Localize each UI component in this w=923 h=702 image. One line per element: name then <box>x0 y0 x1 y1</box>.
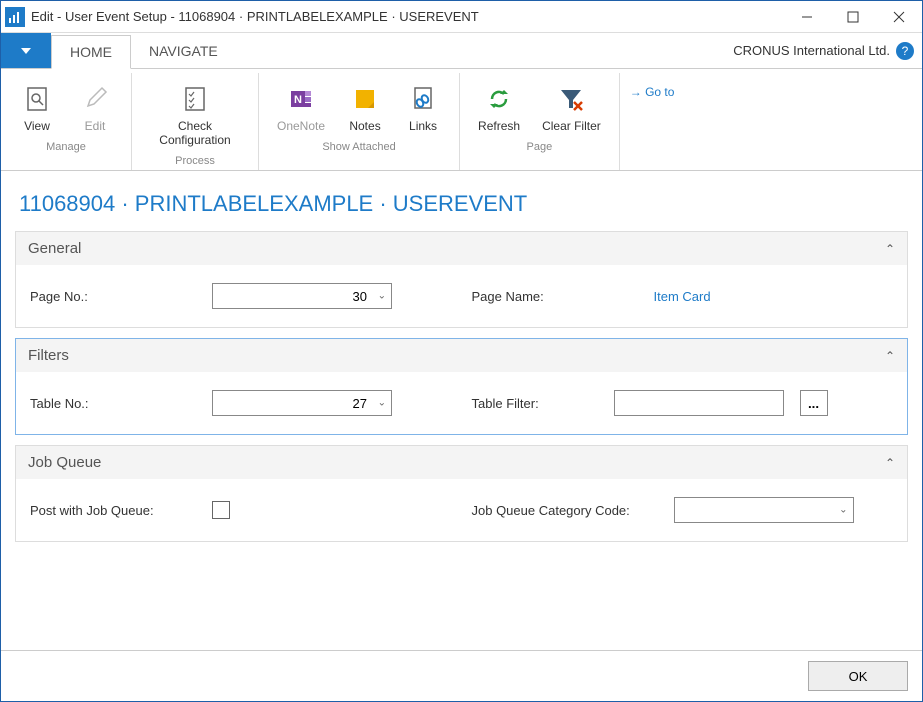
app-window: Edit - User Event Setup - 11068904 · PRI… <box>0 0 923 702</box>
post-jobqueue-checkbox[interactable] <box>212 501 230 519</box>
onenote-icon: N <box>283 81 319 117</box>
table-filter-input[interactable] <box>614 390 784 416</box>
fasttab-header-jobqueue[interactable]: Job Queue ⌃ <box>16 446 907 479</box>
links-button[interactable]: Links <box>397 77 449 137</box>
ribbon-group-process: Check Configuration Process <box>132 73 259 170</box>
page-name-label: Page Name: <box>472 289 642 304</box>
window-title: Edit - User Event Setup - 11068904 · PRI… <box>31 9 784 24</box>
ribbon-group-label: Show Attached <box>322 137 395 156</box>
fasttab-header-filters[interactable]: Filters ⌃ <box>16 339 907 372</box>
jobqueue-category-label: Job Queue Category Code: <box>472 503 662 518</box>
tab-home[interactable]: HOME <box>51 35 131 69</box>
fasttab-filters: Filters ⌃ Table No.: ⌄ Table Filter: ... <box>15 338 908 435</box>
table-no-label: Table No.: <box>30 396 200 411</box>
page-name-link[interactable]: Item Card <box>654 289 711 304</box>
company-name: CRONUS International Ltd. <box>733 43 890 58</box>
page-no-input[interactable] <box>212 283 392 309</box>
fasttab-header-general[interactable]: General ⌃ <box>16 232 907 265</box>
page-content: General ⌃ Page No.: ⌄ Page Name: Item Ca… <box>1 231 922 650</box>
footer: OK <box>1 650 922 701</box>
view-icon <box>19 81 55 117</box>
ribbon-group-attached: N OneNote Notes Links Show Atta <box>259 73 460 170</box>
notes-button[interactable]: Notes <box>339 77 391 137</box>
ribbon-group-label: Page <box>527 137 553 156</box>
page-title: 11068904 · PRINTLABELEXAMPLE · USEREVENT <box>1 171 922 231</box>
onenote-button[interactable]: N OneNote <box>269 77 333 137</box>
close-button[interactable] <box>876 1 922 33</box>
minimize-button[interactable] <box>784 1 830 33</box>
ribbon: View Edit Manage Check Configuration <box>1 69 922 171</box>
chevron-up-icon: ⌃ <box>885 349 895 363</box>
check-config-button[interactable]: Check Configuration <box>142 77 248 151</box>
ribbon-group-page: Refresh Clear Filter Page <box>460 73 620 170</box>
svg-text:N: N <box>294 94 302 106</box>
clear-filter-icon <box>553 81 589 117</box>
table-filter-assist-button[interactable]: ... <box>800 390 828 416</box>
title-bar: Edit - User Event Setup - 11068904 · PRI… <box>1 1 922 33</box>
ribbon-tabs: HOME NAVIGATE CRONUS International Ltd. … <box>1 33 922 69</box>
company-indicator: CRONUS International Ltd. ? <box>733 33 922 68</box>
app-menu-button[interactable] <box>1 33 51 68</box>
help-icon[interactable]: ? <box>896 42 914 60</box>
arrow-right-icon: → <box>630 85 645 99</box>
fasttab-jobqueue: Job Queue ⌃ Post with Job Queue: Job Que… <box>15 445 908 542</box>
chevron-up-icon: ⌃ <box>885 242 895 256</box>
table-filter-label: Table Filter: <box>472 396 602 411</box>
refresh-button[interactable]: Refresh <box>470 77 528 137</box>
window-controls <box>784 1 922 33</box>
post-jobqueue-label: Post with Job Queue: <box>30 503 200 518</box>
maximize-button[interactable] <box>830 1 876 33</box>
ribbon-group-label: Process <box>175 151 215 170</box>
app-icon <box>5 7 25 27</box>
tab-navigate[interactable]: NAVIGATE <box>131 33 237 68</box>
ok-button[interactable]: OK <box>808 661 908 691</box>
view-button[interactable]: View <box>11 77 63 137</box>
ribbon-group-manage: View Edit Manage <box>1 73 132 170</box>
refresh-icon <box>481 81 517 117</box>
fasttab-general: General ⌃ Page No.: ⌄ Page Name: Item Ca… <box>15 231 908 328</box>
checklist-icon <box>177 81 213 117</box>
jobqueue-category-select[interactable] <box>674 497 854 523</box>
page-no-label: Page No.: <box>30 289 200 304</box>
links-icon <box>405 81 441 117</box>
ribbon-group-label: Manage <box>46 137 86 156</box>
table-no-input[interactable] <box>212 390 392 416</box>
notes-icon <box>347 81 383 117</box>
edit-icon <box>77 81 113 117</box>
clear-filter-button[interactable]: Clear Filter <box>534 77 609 137</box>
chevron-up-icon: ⌃ <box>885 456 895 470</box>
edit-button[interactable]: Edit <box>69 77 121 137</box>
goto-link[interactable]: → Go to <box>620 73 685 170</box>
